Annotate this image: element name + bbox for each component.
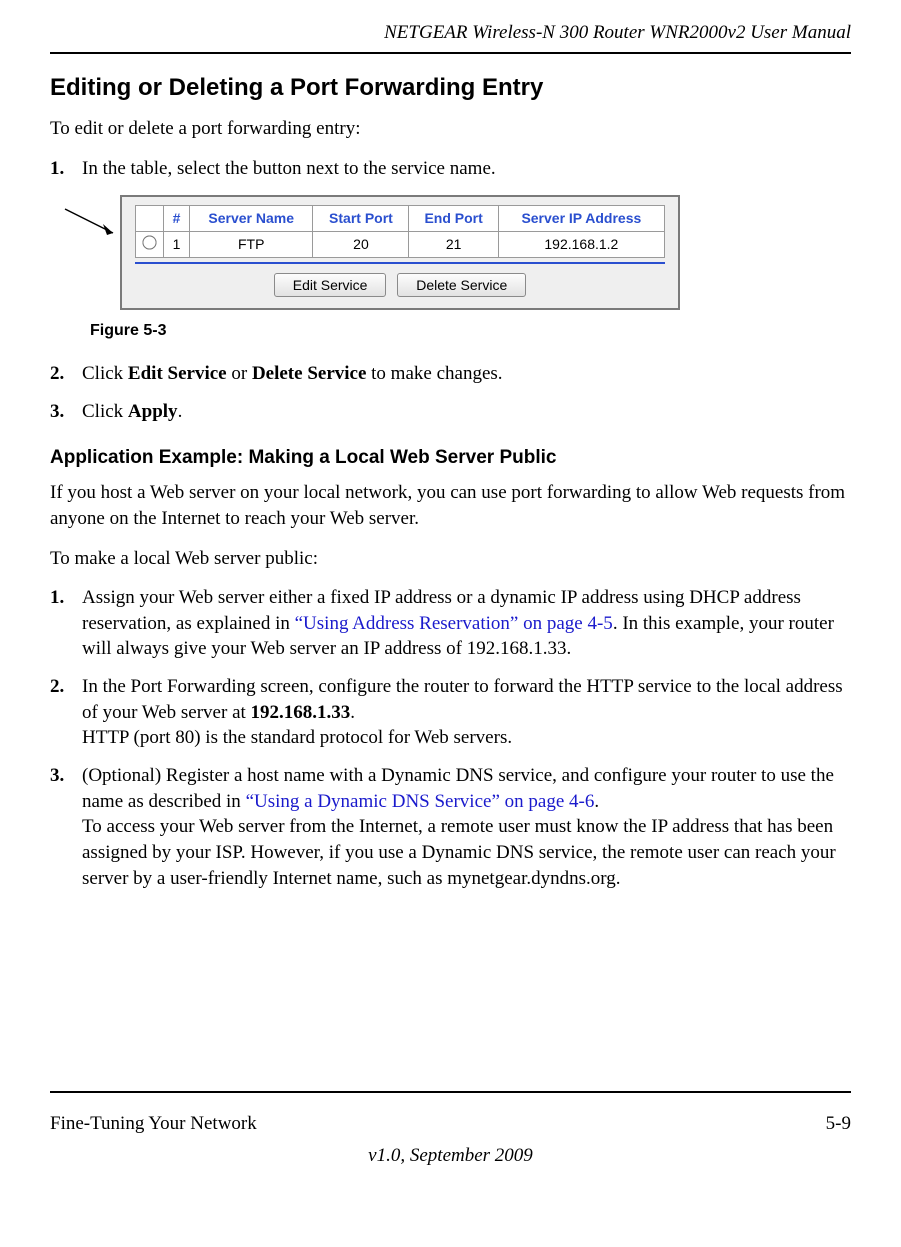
footer-page-number: 5-9 <box>826 1111 851 1137</box>
edit-service-button[interactable]: Edit Service <box>274 273 387 297</box>
pointer-arrow-icon <box>63 205 123 253</box>
sub-step-3-text: (Optional) Register a host name with a D… <box>82 763 851 891</box>
text-fragment: . <box>178 401 183 422</box>
ip-address-bold: 192.168.1.33 <box>251 702 351 723</box>
col-number: # <box>164 206 190 232</box>
step-3-item: 3. Click Apply. <box>50 399 851 425</box>
col-end-port: End Port <box>409 206 498 232</box>
text-fragment: Click <box>82 401 128 422</box>
col-server-ip: Server IP Address <box>498 206 664 232</box>
intro-paragraph: To edit or delete a port forwarding entr… <box>50 116 851 142</box>
cell-end-port: 21 <box>409 232 498 258</box>
footer-version: v1.0, September 2009 <box>50 1143 851 1169</box>
step-3-text: Click Apply. <box>82 399 851 425</box>
page-footer: Fine-Tuning Your Network 5-9 v1.0, Septe… <box>50 1091 851 1168</box>
footer-chapter: Fine-Tuning Your Network <box>50 1111 257 1137</box>
table-row: 1 FTP 20 21 192.168.1.2 <box>136 232 665 258</box>
link-dynamic-dns[interactable]: “Using a Dynamic DNS Service” on page 4-… <box>246 791 595 812</box>
figure-5-3-container: # Server Name Start Port End Port Server… <box>120 195 851 309</box>
figure-caption: Figure 5-3 <box>90 320 851 342</box>
text-fragment: Click <box>82 363 128 384</box>
step-number: 3. <box>50 763 82 891</box>
link-address-reservation[interactable]: “Using Address Reservation” on page 4-5 <box>295 613 613 634</box>
text-fragment: HTTP (port 80) is the standard protocol … <box>82 727 512 748</box>
sub-step-2-text: In the Port Forwarding screen, configure… <box>82 674 851 751</box>
edit-service-label: Edit Service <box>128 363 227 384</box>
section-heading: Editing or Deleting a Port Forwarding En… <box>50 72 851 104</box>
cell-server-ip: 192.168.1.2 <box>498 232 664 258</box>
text-fragment: or <box>227 363 252 384</box>
cell-start-port: 20 <box>313 232 409 258</box>
subsection-heading: Application Example: Making a Local Web … <box>50 445 851 471</box>
subsection-para1: If you host a Web server on your local n… <box>50 480 851 531</box>
step-number: 3. <box>50 399 82 425</box>
table-divider <box>135 262 665 264</box>
text-fragment: . <box>350 702 355 723</box>
delete-service-label: Delete Service <box>252 363 366 384</box>
text-fragment: In the Port Forwarding screen, configure… <box>82 676 843 723</box>
page-header-title: NETGEAR Wireless-N 300 Router WNR2000v2 … <box>50 20 851 46</box>
step-2-item: 2. Click Edit Service or Delete Service … <box>50 361 851 387</box>
step-1-item: 1. In the table, select the button next … <box>50 156 851 182</box>
delete-service-button[interactable]: Delete Service <box>397 273 526 297</box>
sub-step-1: 1. Assign your Web server either a fixed… <box>50 585 851 662</box>
sub-step-1-text: Assign your Web server either a fixed IP… <box>82 585 851 662</box>
text-fragment: . <box>594 791 599 812</box>
footer-divider <box>50 1091 851 1093</box>
step-number: 2. <box>50 674 82 751</box>
cell-server-name: FTP <box>190 232 313 258</box>
header-divider <box>50 52 851 54</box>
step-number: 1. <box>50 156 82 182</box>
text-fragment: To access your Web server from the Inter… <box>82 816 836 888</box>
port-forwarding-table: # Server Name Start Port End Port Server… <box>135 205 665 258</box>
cell-number: 1 <box>164 232 190 258</box>
col-start-port: Start Port <box>313 206 409 232</box>
col-server-name: Server Name <box>190 206 313 232</box>
row-select-radio[interactable] <box>142 236 156 250</box>
subsection-para2: To make a local Web server public: <box>50 546 851 572</box>
apply-label: Apply <box>128 401 178 422</box>
col-select <box>136 206 164 232</box>
screenshot-panel: # Server Name Start Port End Port Server… <box>120 195 680 309</box>
step-1-text: In the table, select the button next to … <box>82 156 851 182</box>
text-fragment: to make changes. <box>366 363 502 384</box>
sub-step-3: 3. (Optional) Register a host name with … <box>50 763 851 891</box>
step-2-text: Click Edit Service or Delete Service to … <box>82 361 851 387</box>
sub-step-2: 2. In the Port Forwarding screen, config… <box>50 674 851 751</box>
step-number: 1. <box>50 585 82 662</box>
step-number: 2. <box>50 361 82 387</box>
